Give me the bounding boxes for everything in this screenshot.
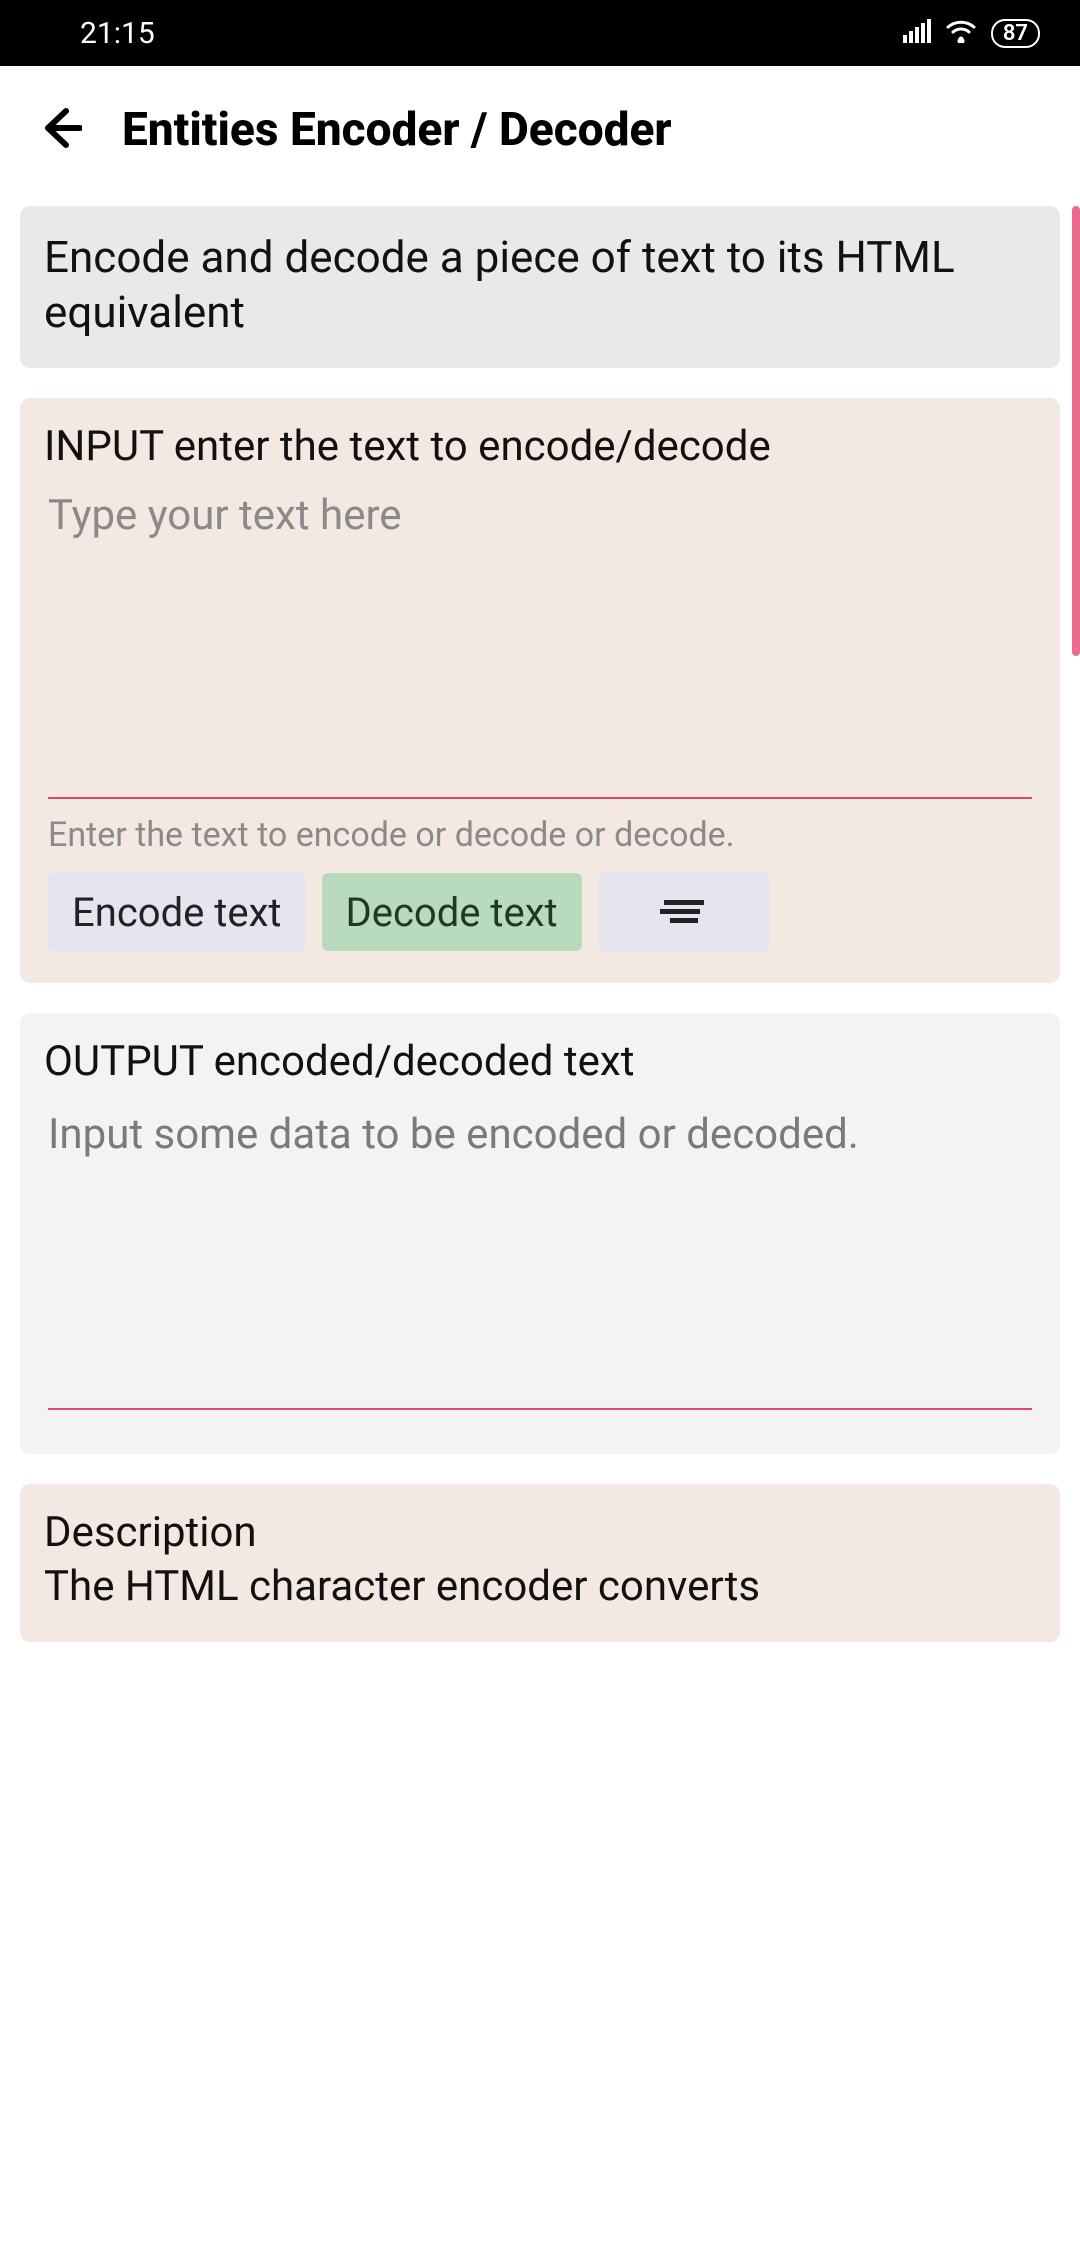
status-time: 21:15 (80, 16, 155, 51)
clear-icon (660, 889, 708, 936)
app-bar: Entities Encoder / Decoder (0, 66, 1080, 194)
battery-indicator: 87 (991, 19, 1040, 48)
scroll-indicator[interactable] (1072, 206, 1080, 656)
back-icon[interactable] (40, 107, 82, 153)
output-title: OUTPUT encoded/decoded text (44, 1037, 1036, 1086)
input-card: INPUT enter the text to encode/decode En… (20, 398, 1060, 983)
input-title: INPUT enter the text to encode/decode (44, 422, 1036, 471)
content-area: Encode and decode a piece of text to its… (0, 194, 1080, 1642)
input-textarea[interactable] (48, 489, 1032, 789)
status-icons: 87 (903, 16, 1040, 51)
status-bar: 21:15 87 (0, 0, 1080, 66)
output-underline (48, 1408, 1032, 1410)
intro-text: Encode and decode a piece of text to its… (44, 230, 1036, 340)
intro-card: Encode and decode a piece of text to its… (20, 206, 1060, 368)
button-row: Encode text Decode text (48, 873, 1032, 951)
input-helper: Enter the text to encode or decode or de… (48, 815, 1032, 855)
output-card: OUTPUT encoded/decoded text Input some d… (20, 1013, 1060, 1454)
description-heading: Description (44, 1508, 1036, 1557)
description-card: Description The HTML character encoder c… (20, 1484, 1060, 1642)
clear-button[interactable] (598, 873, 770, 951)
output-text: Input some data to be encoded or decoded… (44, 1104, 1036, 1404)
encode-button[interactable]: Encode text (48, 873, 306, 951)
signal-icon (903, 16, 931, 51)
description-body: The HTML character encoder converts (44, 1561, 1036, 1614)
decode-button[interactable]: Decode text (322, 873, 582, 951)
page-title: Entities Encoder / Decoder (122, 103, 672, 157)
input-underline (48, 797, 1032, 799)
wifi-icon (945, 16, 977, 51)
